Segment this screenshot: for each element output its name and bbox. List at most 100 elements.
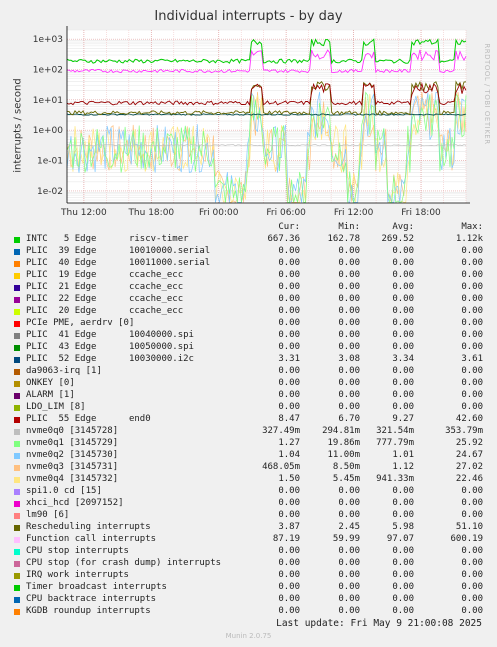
legend-row: Function call interrupts 87.19 59.99 97.07 6… (14, 534, 494, 546)
legend-swatch (14, 369, 20, 375)
legend-max-value: 0.00 (461, 378, 483, 388)
legend-row: ALARM [1] 0.00 0.00 0.00 0.00 (14, 390, 494, 402)
legend-avg-value: 1.01 (392, 450, 414, 460)
y-tick-label: 1e+03 (33, 35, 63, 45)
legend-avg-value: 0.00 (392, 510, 414, 520)
legend-cur-value: 0.00 (278, 582, 300, 592)
y-tick-label: 1e-02 (37, 187, 63, 197)
legend-min-value: 0.00 (338, 546, 360, 556)
legend-max-value: 0.00 (461, 366, 483, 376)
legend-series-name: PLIC 39 Edge 10010000.serial (26, 246, 211, 256)
legend-avg-value: 941.33m (376, 474, 414, 484)
legend-cur-value: 0.00 (278, 378, 300, 388)
legend-swatch (14, 477, 20, 483)
legend-swatch (14, 501, 20, 507)
legend-avg-value: 0.00 (392, 246, 414, 256)
legend-row: PLIC 20 Edge ccache_ecc 0.00 0.00 0.00 0.00 (14, 306, 494, 318)
legend-cur-value: 0.00 (278, 282, 300, 292)
legend-max-value: 0.00 (461, 558, 483, 568)
legend-min-value: 11.00m (327, 450, 360, 460)
legend-max-value: 353.79m (445, 426, 483, 436)
legend-row: PLIC 19 Edge ccache_ecc 0.00 0.00 0.00 0.00 (14, 270, 494, 282)
plot-area (67, 30, 466, 203)
legend-cur-value: 1.50 (278, 474, 300, 484)
legend-avg-value: 0.00 (392, 342, 414, 352)
legend-max-value: 0.00 (461, 570, 483, 580)
legend-avg-value: 0.00 (392, 366, 414, 376)
legend-max-value: 0.00 (461, 390, 483, 400)
legend-row: PLIC 21 Edge ccache_ecc 0.00 0.00 0.00 0.00 (14, 282, 494, 294)
legend-avg-value: 0.00 (392, 294, 414, 304)
legend-row: CPU stop interrupts 0.00 0.00 0.00 0.00 (14, 546, 494, 558)
legend-min-value: 162.78 (327, 234, 360, 244)
legend-cur-value: 0.00 (278, 294, 300, 304)
legend-row: nvme0q0 [3145728] 327.49m 294.81m 321.54m 35… (14, 426, 494, 438)
legend-min-value: 6.70 (338, 414, 360, 424)
legend-max-value: 0.00 (461, 258, 483, 268)
legend-cur-value: 0.00 (278, 342, 300, 352)
legend-series-name: Timer broadcast interrupts (26, 582, 167, 592)
legend-min-value: 0.00 (338, 510, 360, 520)
legend-max-value: 25.92 (455, 438, 483, 448)
x-tick-label: Thu 18:00 (127, 208, 174, 218)
chart-canvas: 1e+03 1e+02 1e+01 1e+00 1e-01 1e-02 Thu 12:00 T… (33, 26, 470, 218)
col-min-header: Min: (338, 222, 360, 232)
legend-min-value: 0.00 (338, 246, 360, 256)
legend-min-value: 0.00 (338, 498, 360, 508)
legend-series-name: PLIC 43 Edge 10050000.spi (26, 342, 194, 352)
legend-row: PCIe PME, aerdrv [0] 0.00 0.00 0.00 0.00 (14, 318, 494, 330)
legend-series-name: INTC 5 Edge riscv-timer (26, 234, 189, 244)
legend-cur-value: 0.00 (278, 546, 300, 556)
legend-min-value: 2.45 (338, 522, 360, 532)
legend-series-name: PLIC 55 Edge end0 (26, 414, 151, 424)
legend-series-name: nvme0q0 [3145728] (26, 426, 119, 436)
y-tick-label: 1e+02 (33, 65, 63, 75)
legend-row: spi1.0 cd [15] 0.00 0.00 0.00 0.00 (14, 486, 494, 498)
last-update: Last update: Fri May 9 21:00:08 2025 (276, 618, 482, 629)
legend-avg-value: 0.00 (392, 486, 414, 496)
legend-swatch (14, 537, 20, 543)
legend-min-value: 0.00 (338, 342, 360, 352)
legend-row: nvme0q1 [3145729] 1.27 19.86m 777.79m 25.92 (14, 438, 494, 450)
legend-series-name: lm90 [6] (26, 510, 70, 520)
legend-max-value: 0.00 (461, 510, 483, 520)
legend-series-name: CPU stop (for crash dump) interrupts (26, 558, 222, 568)
legend-row: PLIC 43 Edge 10050000.spi 0.00 0.00 0.00 0.0… (14, 342, 494, 354)
legend-cur-value: 0.00 (278, 390, 300, 400)
legend-max-value: 0.00 (461, 486, 483, 496)
legend-min-value: 0.00 (338, 282, 360, 292)
legend-max-value: 0.00 (461, 318, 483, 328)
legend-swatch (14, 273, 20, 279)
legend-avg-value: 3.34 (392, 354, 414, 364)
legend-swatch (14, 261, 20, 267)
legend-swatch (14, 309, 20, 315)
legend-max-value: 0.00 (461, 282, 483, 292)
legend-max-value: 0.00 (461, 582, 483, 592)
legend-min-value: 3.08 (338, 354, 360, 364)
legend-min-value: 8.50m (332, 462, 360, 472)
legend-row: ONKEY [0] 0.00 0.00 0.00 0.00 (14, 378, 494, 390)
legend-cur-value: 0.00 (278, 594, 300, 604)
legend-avg-value: 0.00 (392, 258, 414, 268)
legend-avg-value: 0.00 (392, 594, 414, 604)
legend-series-name: PLIC 40 Edge 10011000.serial (26, 258, 211, 268)
legend-cur-value: 0.00 (278, 486, 300, 496)
legend-row: PLIC 39 Edge 10010000.serial 0.00 0.00 0.00… (14, 246, 494, 258)
legend-swatch (14, 333, 20, 339)
legend-row: Rescheduling interrupts 3.87 2.45 5.98 51.10 (14, 522, 494, 534)
legend-max-value: 22.46 (455, 474, 483, 484)
legend-max-value: 0.00 (461, 498, 483, 508)
legend-cur-value: 0.00 (278, 270, 300, 280)
legend-cur-value: 0.00 (278, 402, 300, 412)
legend-header: Cur: Min: Avg: Max: (14, 222, 494, 234)
legend-swatch (14, 525, 20, 531)
legend-min-value: 294.81m (322, 426, 360, 436)
legend-row: KGDB roundup interrupts 0.00 0.00 0.00 0.00 (14, 606, 494, 618)
legend-min-value: 0.00 (338, 294, 360, 304)
x-tick-label: Thu 12:00 (60, 208, 107, 218)
col-max-header: Max: (461, 222, 483, 232)
legend-min-value: 0.00 (338, 378, 360, 388)
legend-series-name: IRQ work interrupts (26, 570, 129, 580)
legend-swatch (14, 429, 20, 435)
legend-cur-value: 0.00 (278, 510, 300, 520)
